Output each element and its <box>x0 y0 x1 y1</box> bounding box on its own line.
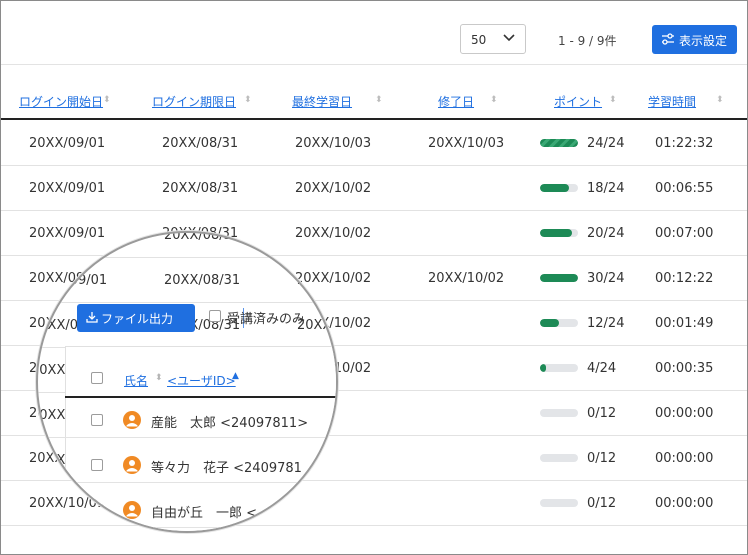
table-row: 20XX/09/0120XX/08/3120XX/10/0220/2400:07… <box>36 231 336 258</box>
progress-fill <box>540 319 559 327</box>
points-progress-bar <box>540 229 578 237</box>
col-name-header[interactable]: 氏名 <box>124 372 148 389</box>
points-progress-bar <box>540 319 578 327</box>
points-progress-bar <box>540 139 578 147</box>
last-study-date-cell: 20XX/10/03 <box>295 136 372 151</box>
completion-date-cell: 20XX/10/02 <box>428 271 505 286</box>
column-header[interactable]: 最終学習日 <box>292 93 352 110</box>
sort-icon[interactable]: ⬍ <box>375 95 383 105</box>
app-window: 50 1 - 9 / 9件 表示設定 ログイン開始日 ⬍ ログイン期限日 ⬍ 最終学習日… <box>0 0 748 555</box>
download-icon <box>86 312 98 323</box>
points-progress-bar <box>540 499 578 507</box>
divider <box>65 437 336 438</box>
user-list-header-rule <box>65 396 336 398</box>
column-header[interactable]: ログイン開始日 <box>19 93 103 110</box>
user-checkbox[interactable] <box>91 504 103 516</box>
sort-icon[interactable]: ⬍ <box>716 95 724 105</box>
user-avatar-icon <box>123 501 141 519</box>
sort-icon[interactable]: ⬍ <box>609 95 617 105</box>
last-study-date-cell: 20XX/10/02 <box>297 231 336 243</box>
points-progress-bar <box>540 454 578 462</box>
column-header[interactable]: ログイン期限日 <box>152 93 236 110</box>
user-name[interactable]: 等々力 花子 <2409781 <box>151 457 302 476</box>
table-row: 20XX/09/0120XX/08/3120XX/10/0220XX/10/02… <box>36 257 336 303</box>
points-cell: 12/24 <box>587 316 625 331</box>
sort-icon[interactable]: ⬍ <box>244 95 252 105</box>
start-date-cell: 20XX/09/01 <box>29 136 106 151</box>
study-time-cell: 00:06:55 <box>655 181 714 196</box>
user-avatar-icon <box>123 411 141 429</box>
sort-icon[interactable]: ⬍ <box>490 95 498 105</box>
column-header[interactable]: 学習時間 <box>648 93 696 110</box>
table-row: 20XX/09/01 20XX/08/31 20XX/10/03 20XX/10/03… <box>1 120 747 166</box>
completion-date-cell: 20XX/10/03 <box>428 136 505 151</box>
sort-icon[interactable]: ⬍ <box>103 95 111 105</box>
study-time-cell: 00:00:00 <box>655 496 714 511</box>
sort-asc-icon: ▲ <box>232 371 239 381</box>
select-all-checkbox[interactable] <box>91 372 103 384</box>
points-progress-bar <box>540 274 578 282</box>
study-time-cell: 00:00:00 <box>655 451 714 466</box>
points-cell: 0/12 <box>587 496 617 511</box>
user-avatar-icon <box>123 456 141 474</box>
chevron-down-icon <box>503 34 515 42</box>
progress-fill <box>540 229 572 237</box>
points-cell: 4/24 <box>587 361 617 376</box>
points-cell: 18/24 <box>587 181 625 196</box>
study-time-cell: 00:00:00 <box>655 406 714 421</box>
points-cell: 0/12 <box>587 451 617 466</box>
page-size-select[interactable]: 50 <box>460 24 526 54</box>
divider <box>65 527 336 528</box>
points-cell: 20/24 <box>587 226 625 241</box>
column-header[interactable]: 修了日 <box>438 93 474 110</box>
user-checkbox[interactable] <box>91 414 103 426</box>
progress-fill <box>540 184 569 192</box>
points-cell: 30/24 <box>587 271 625 286</box>
study-time-cell: 00:01:49 <box>655 316 714 331</box>
user-name[interactable]: 自由が丘 一郎 < <box>151 502 257 521</box>
file-export-label: ファイル出力 <box>101 312 174 326</box>
col-userid-header[interactable]: <ユーザID> <box>167 372 236 389</box>
file-export-button[interactable]: ファイル出力 ▼ <box>77 304 259 332</box>
column-header[interactable]: ポイント <box>554 93 602 110</box>
display-settings-label: 表示設定 <box>679 34 728 48</box>
progress-fill <box>540 274 578 282</box>
display-settings-button[interactable]: 表示設定 <box>652 25 737 54</box>
points-progress-bar <box>540 184 578 192</box>
magnifier-overlay: 20XX/09/0120XX/08/3120XX/10/0320XX/10/03… <box>36 231 338 533</box>
divider <box>1 64 747 65</box>
completed-only-label: 受講済みのみ <box>227 312 306 327</box>
study-time-cell: 00:00:35 <box>655 361 714 376</box>
study-time-cell: 00:07:00 <box>655 226 714 241</box>
expire-date-cell: 20XX/08/31 <box>162 181 239 196</box>
study-time-cell: 00:12:22 <box>655 271 714 286</box>
points-cell: 24/24 <box>587 136 625 151</box>
last-study-date-cell: 20XX/10/02 <box>295 181 372 196</box>
user-checkbox[interactable] <box>91 459 103 471</box>
user-name[interactable]: 産能 太郎 <24097811> <box>151 412 308 431</box>
expire-date-cell: 20XX/08/31 <box>164 273 241 288</box>
start-date-cell: 20XX/09/01 <box>29 181 106 196</box>
expire-date-cell: 20XX/08/31 <box>164 231 241 243</box>
result-count: 1 - 9 / 9件 <box>558 34 617 48</box>
table-row: 20XX/09/01 20XX/08/31 20XX/10/02 18/24 00:06… <box>1 165 747 211</box>
start-date-cell: 20XX/09/01 <box>36 231 108 243</box>
study-time-cell: 01:22:32 <box>655 136 714 151</box>
expire-date-cell: 20XX/08/31 <box>162 136 239 151</box>
progress-fill <box>540 139 578 147</box>
points-progress-bar <box>540 364 578 372</box>
page-size-value: 50 <box>471 33 487 47</box>
divider <box>65 482 336 483</box>
start-date-cell: 20XX/09/01 <box>36 273 108 288</box>
sort-icon: ⬍ <box>155 373 163 383</box>
sliders-icon <box>662 33 674 45</box>
progress-fill <box>540 364 547 372</box>
points-progress-bar <box>540 409 578 417</box>
completed-only-checkbox[interactable] <box>209 310 221 322</box>
points-cell: 0/12 <box>587 406 617 421</box>
last-study-date-cell: 20XX/10/02 <box>297 273 336 288</box>
